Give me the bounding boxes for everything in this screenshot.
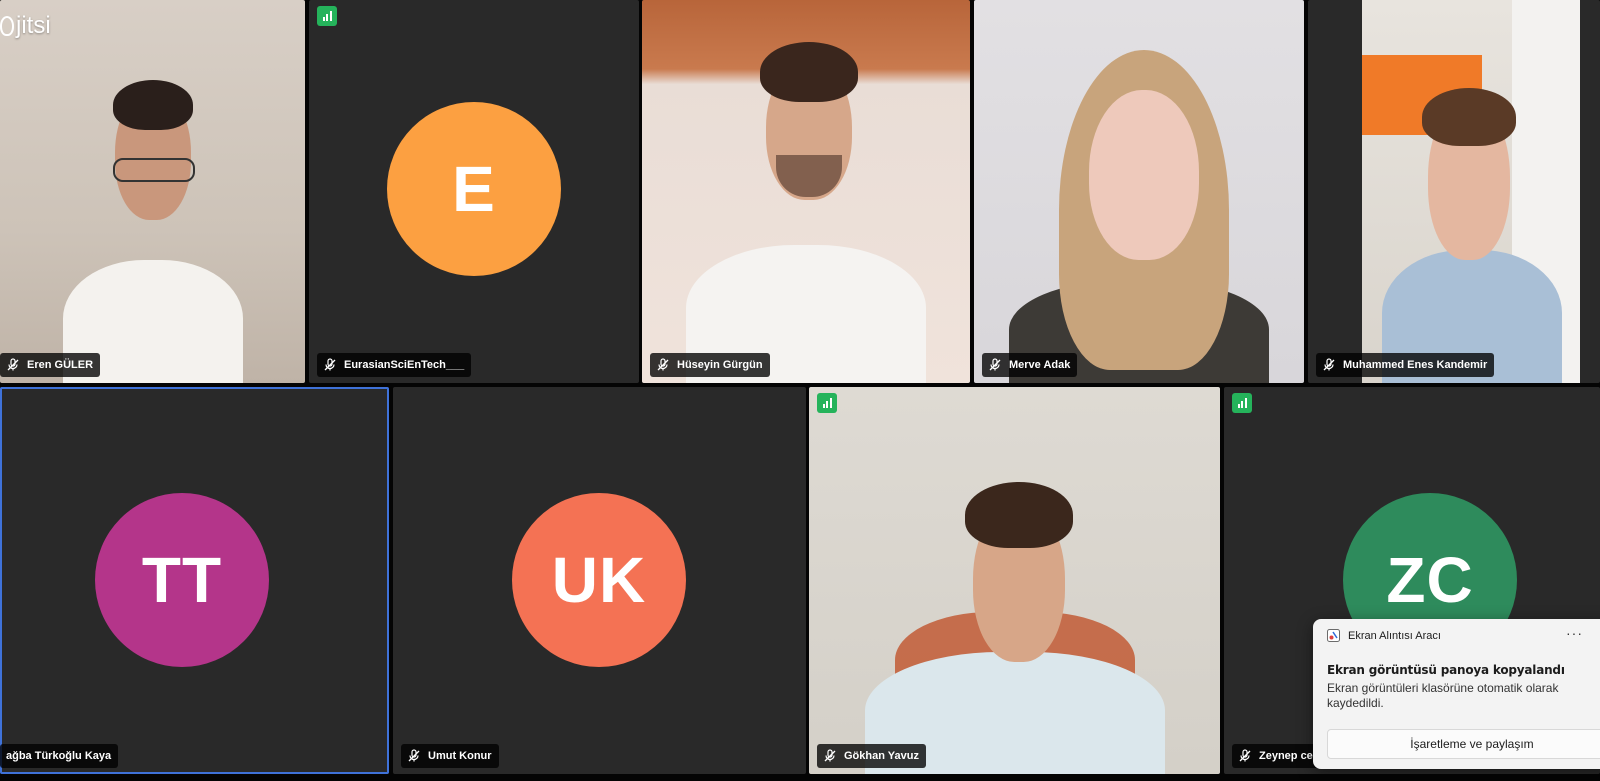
participant-tile-muhammed-enes-kandemir[interactable]: Muhammed Enes Kandemir	[1308, 0, 1600, 383]
jitsi-logo-text: jitsi	[16, 12, 51, 39]
participant-video	[1362, 0, 1580, 383]
mic-muted-icon	[323, 358, 337, 372]
participant-name: ağba Türkoğlu Kaya	[6, 750, 112, 762]
participant-name-tag: Umut Konur	[401, 744, 499, 768]
jitsi-logo: jitsi	[0, 12, 51, 40]
mic-muted-icon	[1238, 749, 1252, 763]
markup-and-share-button[interactable]: İşaretleme ve paylaşım	[1327, 729, 1600, 759]
participant-tile-umut-konur[interactable]: UK Umut Konur	[393, 387, 806, 774]
snipping-tool-icon	[1327, 629, 1340, 642]
participant-tile-eurasianscientech[interactable]: E EurasianSciEnTech___	[309, 0, 639, 383]
participant-name: Hüseyin Gürgün	[677, 359, 763, 371]
connection-status-icon[interactable]	[1232, 393, 1252, 413]
notification-header: Ekran Alıntısı Aracı	[1327, 629, 1441, 642]
participant-tile-huseyin-gurgun[interactable]: Hüseyin Gürgün	[642, 0, 970, 383]
notification-body: Ekran görüntüleri klasörüne otomatik ola…	[1327, 681, 1559, 710]
participant-name: Muhammed Enes Kandemir	[1343, 359, 1488, 371]
connection-status-icon[interactable]	[317, 6, 337, 26]
participant-avatar: UK	[512, 493, 686, 667]
participant-name-tag: ağba Türkoğlu Kaya	[0, 744, 119, 768]
participant-name-tag: Gökhan Yavuz	[817, 744, 926, 768]
mic-muted-icon	[407, 749, 421, 763]
mic-muted-icon	[823, 749, 837, 763]
participant-video	[53, 70, 253, 383]
notification-app-name: Ekran Alıntısı Aracı	[1348, 629, 1441, 642]
participant-name: Gökhan Yavuz	[844, 750, 919, 762]
participant-video	[686, 40, 926, 383]
participant-name: Merve Adak	[1009, 359, 1071, 371]
conference-stage: jitsi Eren GÜLER E EurasianSciEnTech___	[0, 0, 1600, 781]
more-options-icon[interactable]: ···	[1566, 625, 1583, 641]
participant-name: EurasianSciEnTech___	[344, 359, 465, 371]
participant-name-tag: Muhammed Enes Kandemir	[1316, 353, 1495, 377]
participant-name-tag: Hüseyin Gürgün	[650, 353, 770, 377]
participant-name-tag: EurasianSciEnTech___	[317, 353, 472, 377]
participant-avatar: TT	[95, 493, 269, 667]
participant-tile-eren-guler[interactable]: Eren GÜLER	[0, 0, 305, 383]
participant-tile-merve-adak[interactable]: Merve Adak	[974, 0, 1304, 383]
participant-name-tag: Eren GÜLER	[0, 353, 101, 377]
participant-video	[855, 482, 1175, 774]
mic-muted-icon	[6, 358, 20, 372]
jitsi-logo-icon	[0, 16, 14, 36]
mic-muted-icon	[988, 358, 1002, 372]
mic-muted-icon	[656, 358, 670, 372]
participant-name: Eren GÜLER	[27, 359, 94, 371]
snip-notification[interactable]: Ekran Alıntısı Aracı ··· Ekran görüntüsü…	[1313, 619, 1600, 769]
participant-avatar: E	[387, 102, 561, 276]
participant-video	[989, 50, 1289, 383]
participant-tile-turkoglu-kaya[interactable]: TT ağba Türkoğlu Kaya	[0, 387, 389, 774]
participant-name-tag: Merve Adak	[982, 353, 1078, 377]
connection-status-icon[interactable]	[817, 393, 837, 413]
participant-tile-gokhan-yavuz[interactable]: Gökhan Yavuz	[809, 387, 1220, 774]
mic-muted-icon	[1322, 358, 1336, 372]
notification-title: Ekran görüntüsü panoya kopyalandı	[1327, 663, 1565, 677]
participant-name: Zeynep cer	[1259, 750, 1318, 762]
participant-name: Umut Konur	[428, 750, 492, 762]
participant-name-tag: Zeynep cer	[1232, 744, 1325, 768]
